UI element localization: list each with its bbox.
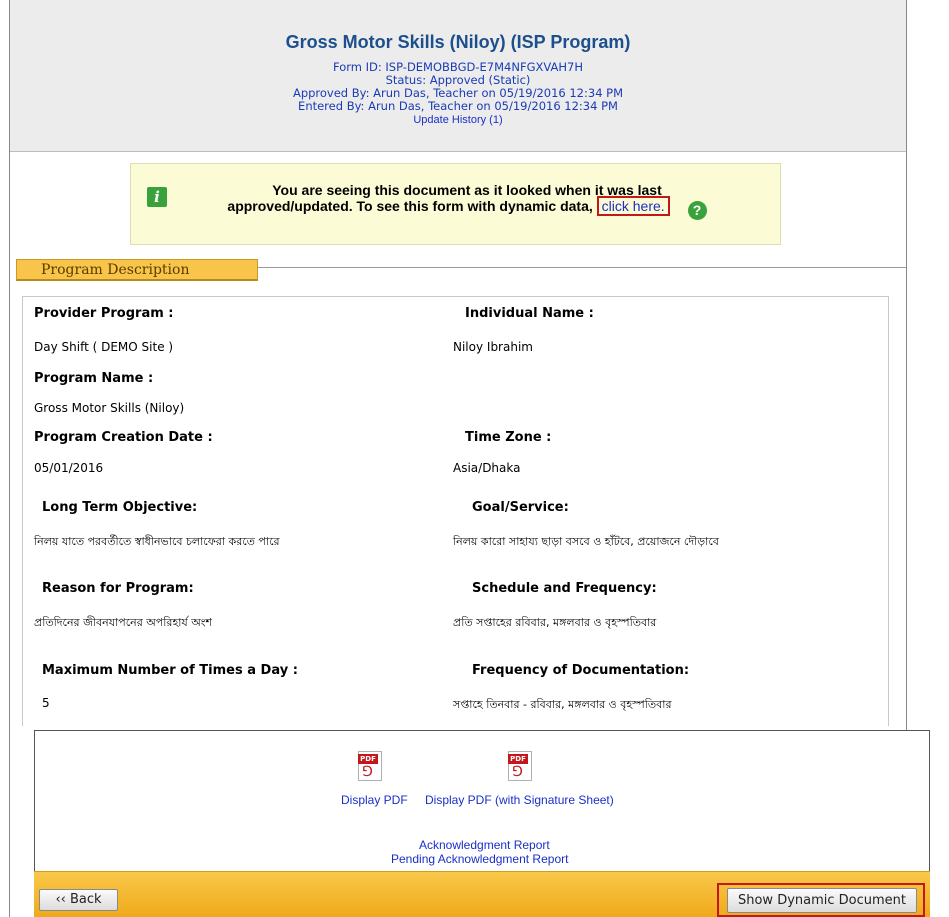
adobe-logo-icon: ⅁ — [362, 764, 373, 780]
display-pdf-signature-link[interactable]: Display PDF (with Signature Sheet) — [425, 793, 614, 807]
pdf-signature-icon[interactable]: PDF ⅁ — [508, 751, 532, 781]
freq-doc-label: Frequency of Documentation: — [472, 663, 690, 678]
schedule-value: প্রতি সপ্তাহের রবিবার, মঙ্গলবার ও বৃহস্প… — [453, 616, 657, 629]
schedule-label: Schedule and Frequency: — [472, 581, 657, 596]
reason-value: প্রতিদিনের জীবনযাপনের অপরিহার্য অংশ — [34, 616, 213, 629]
pdf-tag: PDF — [508, 754, 528, 764]
goal-service-value: নিলয় কারো সাহায্য ছাড়া বসবে ও হাঁটবে, … — [453, 535, 719, 548]
long-term-objective-value: নিলয় যাতে পরবর্তীতে স্বাধীনভাবে চলাফেরা… — [34, 535, 280, 548]
section-title: Program Description — [16, 259, 258, 281]
provider-program-label: Provider Program : — [34, 306, 174, 321]
click-here-link[interactable]: click here. — [596, 196, 670, 216]
pdf-tag: PDF — [358, 754, 378, 764]
freq-doc-value: সপ্তাহে তিনবার - রবিবার, মঙ্গলবার ও বৃহস… — [453, 698, 672, 711]
reason-label: Reason for Program: — [42, 581, 194, 596]
notice-text-line2: approved/updated. To see this form with … — [227, 198, 593, 214]
adobe-logo-icon: ⅁ — [512, 764, 523, 780]
max-times-label: Maximum Number of Times a Day : — [42, 663, 298, 678]
info-icon: i — [147, 187, 167, 207]
help-icon[interactable]: ? — [687, 201, 707, 220]
notice-message: You are seeing this document as it looke… — [177, 182, 757, 220]
acknowledgment-report-link[interactable]: Acknowledgment Report — [419, 838, 550, 852]
section-divider — [258, 267, 906, 268]
pdf-icon[interactable]: PDF ⅁ — [358, 751, 382, 781]
individual-name-label: Individual Name : — [465, 306, 594, 321]
entered-by: Entered By: Arun Das, Teacher on 05/19/2… — [298, 99, 618, 113]
provider-program-value: Day Shift ( DEMO Site ) — [34, 340, 174, 354]
time-zone-label: Time Zone : — [465, 430, 552, 445]
pending-acknowledgment-report-link[interactable]: Pending Acknowledgment Report — [391, 852, 568, 866]
max-times-value: 5 — [42, 696, 50, 710]
program-name-value: Gross Motor Skills (Niloy) — [34, 401, 185, 415]
individual-name-value: Niloy Ibrahim — [453, 340, 533, 354]
display-pdf-link[interactable]: Display PDF — [341, 793, 408, 807]
time-zone-value: Asia/Dhaka — [453, 461, 521, 475]
program-name-label: Program Name : — [34, 371, 154, 386]
action-bar: ‹‹ Back Show Dynamic Document — [34, 871, 930, 917]
back-button[interactable]: ‹‹ Back — [39, 889, 118, 911]
page-title: Gross Motor Skills (Niloy) (ISP Program) — [285, 32, 631, 52]
show-dynamic-document-button[interactable]: Show Dynamic Document — [727, 888, 917, 913]
goal-service-label: Goal/Service: — [472, 500, 569, 515]
creation-date-label: Program Creation Date : — [34, 430, 213, 445]
update-history-link[interactable]: Update History (1) — [413, 114, 502, 127]
long-term-objective-label: Long Term Objective: — [42, 500, 198, 515]
program-details-panel: Provider Program : Day Shift ( DEMO Site… — [22, 296, 889, 726]
form-meta: Form ID: ISP-DEMOBBGD-E7M4NFGXVAH7H Stat… — [10, 61, 906, 127]
form-header: Gross Motor Skills (Niloy) (ISP Program)… — [10, 0, 906, 152]
static-document-notice: i You are seeing this document as it loo… — [130, 163, 781, 245]
creation-date-value: 05/01/2016 — [34, 461, 104, 475]
